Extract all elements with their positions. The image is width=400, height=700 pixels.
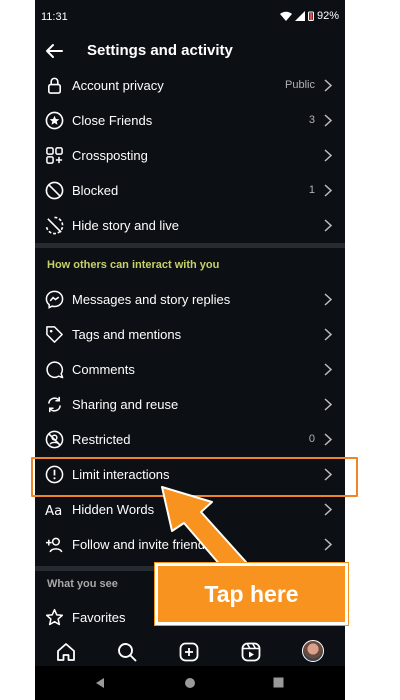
row-restricted[interactable]: Restricted 0 bbox=[35, 422, 345, 457]
status-bar: 11:31 92% bbox=[35, 0, 345, 34]
row-label: Tags and mentions bbox=[72, 327, 182, 342]
section-title-what-you-see: What you see bbox=[47, 578, 118, 590]
row-label: Hide story and live bbox=[72, 218, 179, 233]
messenger-icon bbox=[45, 290, 64, 309]
chevron-right-icon bbox=[324, 398, 333, 411]
signal-icon bbox=[294, 11, 305, 21]
header: Settings and activity bbox=[35, 34, 345, 68]
row-label: Comments bbox=[72, 362, 135, 377]
row-value: 3 bbox=[308, 114, 315, 126]
star-outline-icon bbox=[45, 608, 64, 626]
row-tags-mentions[interactable]: Tags and mentions bbox=[35, 317, 345, 352]
chevron-right-icon bbox=[324, 363, 333, 376]
chevron-right-icon bbox=[324, 149, 333, 162]
bottom-nav bbox=[35, 636, 345, 666]
star-circle-icon bbox=[45, 111, 64, 130]
callout-text: Tap here bbox=[204, 580, 299, 607]
row-label: Favorites bbox=[72, 610, 126, 625]
chevron-right-icon bbox=[324, 219, 333, 232]
back-arrow-icon[interactable] bbox=[43, 40, 65, 62]
row-value: Public bbox=[285, 79, 315, 91]
row-value: 1 bbox=[308, 184, 315, 196]
comment-icon bbox=[46, 361, 64, 379]
system-back-icon[interactable] bbox=[94, 677, 106, 689]
battery-percent: 92% bbox=[316, 10, 339, 22]
tag-icon bbox=[46, 326, 63, 343]
system-recents-icon[interactable] bbox=[273, 677, 284, 688]
row-close-friends[interactable]: Close Friends 3 bbox=[35, 103, 345, 138]
chevron-right-icon bbox=[324, 503, 333, 516]
row-sharing[interactable]: Sharing and reuse bbox=[35, 387, 345, 422]
chevron-right-icon bbox=[324, 433, 333, 446]
row-label: Close Friends bbox=[72, 113, 153, 128]
grid-plus-icon bbox=[46, 147, 63, 164]
hide-story-icon bbox=[45, 216, 64, 235]
page-title: Settings and activity bbox=[87, 42, 233, 59]
row-label: Follow and invite friends bbox=[72, 537, 212, 552]
blocked-icon bbox=[45, 181, 64, 200]
chevron-right-icon bbox=[324, 79, 333, 92]
system-nav-bar bbox=[35, 666, 345, 700]
sharing-icon bbox=[48, 396, 61, 413]
add-person-icon bbox=[45, 537, 63, 553]
row-label: Sharing and reuse bbox=[72, 397, 179, 412]
chevron-right-icon bbox=[324, 293, 333, 306]
row-blocked[interactable]: Blocked 1 bbox=[35, 173, 345, 208]
row-label: Hidden Words bbox=[72, 502, 155, 517]
wifi-icon bbox=[279, 11, 292, 21]
system-home-icon[interactable] bbox=[184, 677, 196, 689]
chevron-right-icon bbox=[324, 184, 333, 197]
home-icon[interactable] bbox=[55, 641, 77, 663]
row-follow-invite[interactable]: Follow and invite friends bbox=[35, 527, 345, 562]
row-label: Account privacy bbox=[72, 78, 164, 93]
section-title-interactions: How others can interact with you bbox=[47, 259, 220, 271]
row-label: Crossposting bbox=[72, 148, 148, 163]
highlight-box bbox=[31, 457, 358, 497]
search-icon[interactable] bbox=[116, 641, 138, 663]
section-divider bbox=[35, 243, 345, 248]
battery-icon bbox=[307, 11, 314, 21]
reels-icon[interactable] bbox=[240, 641, 262, 663]
lock-icon bbox=[47, 77, 62, 94]
row-hide-story[interactable]: Hide story and live bbox=[35, 208, 345, 243]
row-value: 0 bbox=[308, 433, 315, 445]
hidden-words-icon: Aa bbox=[45, 504, 62, 519]
row-label: Messages and story replies bbox=[72, 292, 231, 307]
chevron-right-icon bbox=[324, 538, 333, 551]
chevron-right-icon bbox=[324, 114, 333, 127]
row-account-privacy[interactable]: Account privacy Public bbox=[35, 68, 345, 103]
chevron-right-icon bbox=[324, 328, 333, 341]
row-hidden-words[interactable]: Aa Hidden Words bbox=[35, 492, 345, 527]
tap-here-callout: Tap here bbox=[154, 562, 349, 626]
row-messages[interactable]: Messages and story replies bbox=[35, 282, 345, 317]
row-label: Blocked bbox=[72, 183, 119, 198]
status-time: 11:31 bbox=[41, 11, 68, 23]
row-label: Restricted bbox=[72, 432, 131, 447]
row-crossposting[interactable]: Crossposting bbox=[35, 138, 345, 173]
create-icon[interactable] bbox=[178, 641, 200, 663]
status-icons: 92% bbox=[279, 10, 339, 22]
restricted-icon bbox=[45, 430, 64, 449]
row-comments[interactable]: Comments bbox=[35, 352, 345, 387]
profile-avatar[interactable] bbox=[302, 640, 324, 662]
svg-text:Aa: Aa bbox=[45, 504, 62, 519]
